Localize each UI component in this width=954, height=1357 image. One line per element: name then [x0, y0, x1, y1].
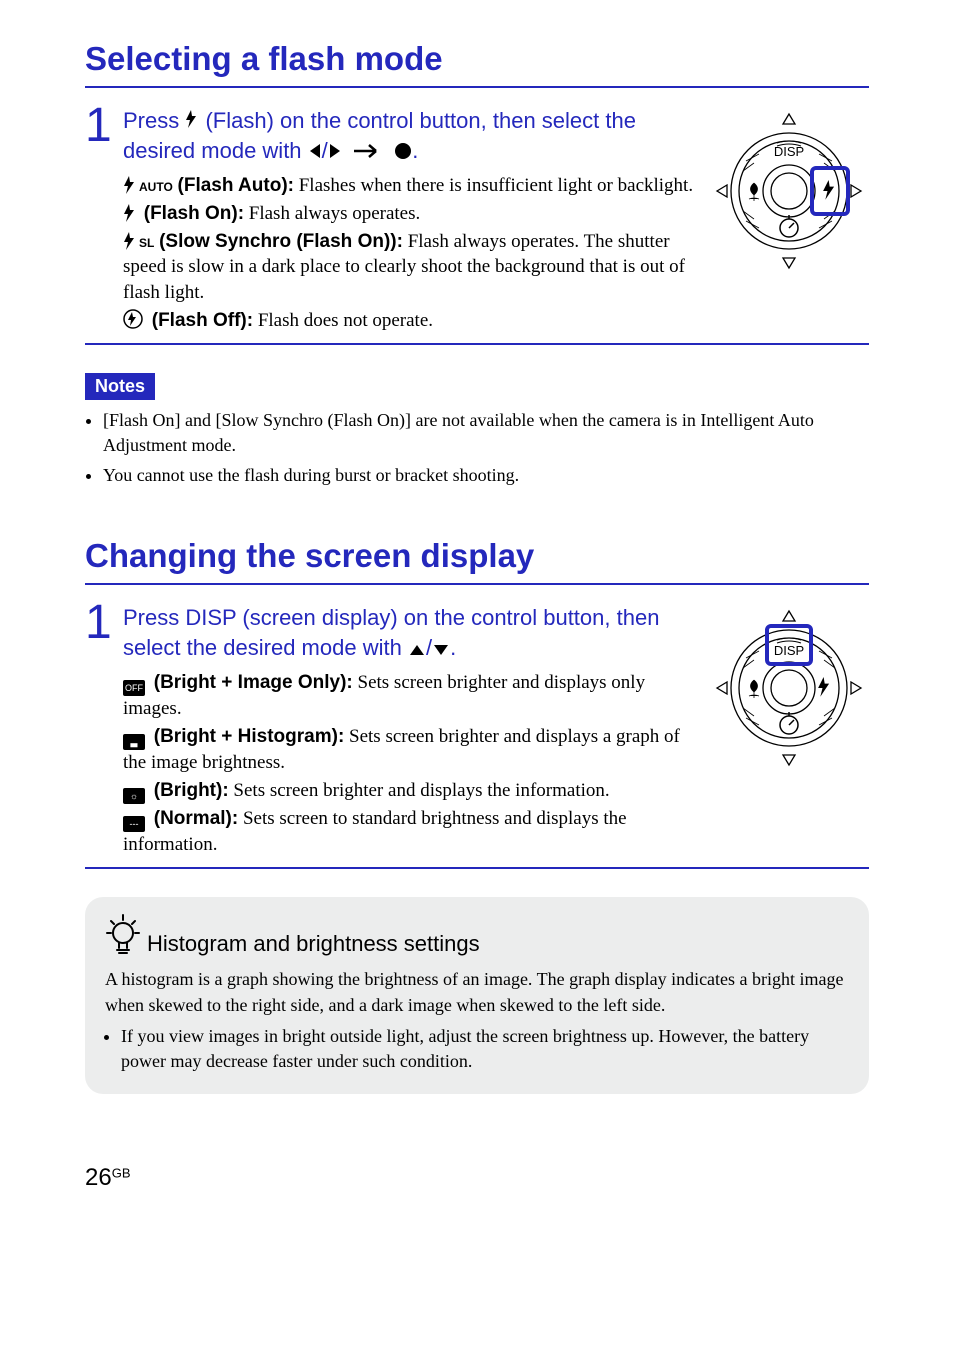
page-lang: GB: [112, 1166, 131, 1181]
step-number: 1: [85, 599, 123, 647]
mode-bright: ☼ (Bright): Sets screen brighter and dis…: [123, 778, 697, 804]
instr-text: Press: [123, 108, 185, 133]
section-title-flash: Selecting a flash mode: [85, 40, 869, 88]
flash-off-icon: [123, 309, 143, 329]
tip-bullet: If you view images in bright outside lig…: [121, 1024, 849, 1074]
left-icon: [308, 142, 322, 160]
display-mode-icon: ---: [123, 816, 145, 832]
mode-desc: Sets screen brighter and displays the in…: [229, 780, 610, 801]
flash-icon: [123, 204, 135, 222]
flash-icon: [123, 232, 135, 250]
note-item: You cannot use the flash during burst or…: [103, 463, 869, 487]
mode-label: (Flash On):: [144, 203, 244, 224]
disp-label: DISP: [774, 144, 804, 159]
sl-text: SL: [139, 236, 154, 250]
tip-title: Histogram and brightness settings: [105, 913, 849, 957]
control-dial-illustration: DISP: [709, 106, 869, 282]
page-footer: 26GB: [85, 1164, 869, 1192]
auto-text: AUTO: [139, 180, 173, 194]
mode-bright-histogram: ▃ (Bright + Histogram): Sets screen brig…: [123, 724, 697, 776]
notes-tag: Notes: [85, 373, 155, 400]
step-number: 1: [85, 102, 123, 150]
tip-paragraph: A histogram is a graph showing the brigh…: [105, 967, 849, 1017]
instr-text: .: [450, 635, 456, 660]
mode-desc: Flash does not operate.: [253, 310, 433, 331]
mode-flash-on: (Flash On): Flash always operates.: [123, 201, 697, 227]
mode-flash-slow: SL (Slow Synchro (Flash On)): Flash alwa…: [123, 229, 697, 306]
up-icon: [408, 643, 426, 657]
step-instruction: Press (Flash) on the control button, the…: [123, 106, 697, 165]
right-icon: [328, 142, 342, 160]
mode-desc: Flashes when there is insufficient light…: [294, 175, 693, 196]
instr-text: Press DISP (screen display) on the contr…: [123, 605, 659, 660]
down-icon: [432, 643, 450, 657]
instr-text: .: [412, 138, 418, 163]
tip-box: Histogram and brightness settings A hist…: [85, 897, 869, 1094]
mode-label: (Bright + Image Only):: [154, 672, 353, 693]
mode-flash-auto: AUTO (Flash Auto): Flashes when there is…: [123, 173, 697, 199]
step-1-flash: 1 Press (Flash) on the control button, t…: [85, 106, 869, 345]
display-mode-icon: OFF: [123, 680, 145, 696]
page-number: 26: [85, 1164, 112, 1191]
mode-desc: Flash always operates.: [244, 203, 420, 224]
mode-normal: --- (Normal): Sets screen to standard br…: [123, 806, 697, 858]
notes-list: [Flash On] and [Slow Synchro (Flash On)]…: [85, 408, 869, 487]
flash-icon: [123, 176, 135, 194]
mode-flash-off: (Flash Off): Flash does not operate.: [123, 308, 697, 334]
mode-label: (Slow Synchro (Flash On)):: [159, 231, 403, 252]
mode-label: (Bright + Histogram):: [154, 726, 345, 747]
arrow-right-icon: [354, 142, 382, 160]
mode-label: (Flash Auto):: [178, 175, 294, 196]
step-instruction: Press DISP (screen display) on the contr…: [123, 603, 697, 662]
mode-bright-image-only: OFF (Bright + Image Only): Sets screen b…: [123, 670, 697, 722]
display-mode-icon: ▃: [123, 734, 145, 750]
note-item: [Flash On] and [Slow Synchro (Flash On)]…: [103, 408, 869, 457]
display-mode-icon: ☼: [123, 788, 145, 804]
section-title-display: Changing the screen display: [85, 537, 869, 585]
tip-title-text: Histogram and brightness settings: [147, 931, 480, 957]
mode-label: (Flash Off):: [152, 310, 253, 331]
tip-bulb-icon: [105, 913, 141, 957]
control-dial-illustration: DISP: [709, 603, 869, 779]
mode-label: (Normal):: [154, 808, 238, 829]
flash-icon: [185, 110, 199, 130]
center-button-icon: [394, 142, 412, 160]
step-1-display: 1 Press DISP (screen display) on the con…: [85, 603, 869, 869]
mode-label: (Bright):: [154, 780, 229, 801]
disp-label: DISP: [774, 643, 804, 658]
